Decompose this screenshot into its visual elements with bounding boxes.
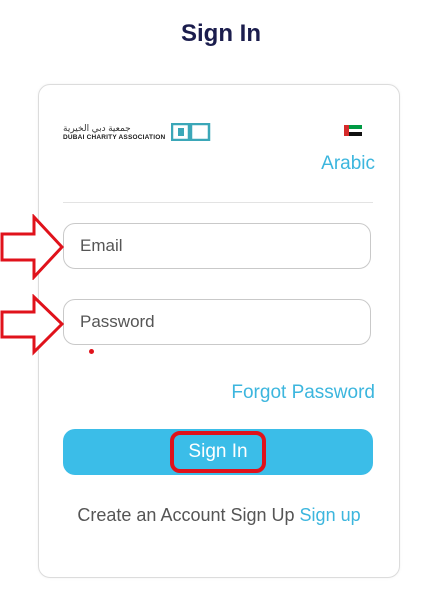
page-title: Sign In (181, 20, 261, 47)
email-arrow-icon (0, 214, 64, 280)
language-arabic-link[interactable]: Arabic (321, 153, 375, 175)
create-account-row: Create an Account Sign Up Sign up (39, 505, 399, 526)
create-account-text: Create an Account Sign Up (77, 505, 295, 525)
annotation-dot (89, 349, 94, 354)
sign-up-link[interactable]: Sign up (300, 505, 361, 525)
dubai-charity-logo: جمعية دبي الخيرية DUBAI CHARITY ASSOCIAT… (63, 123, 213, 143)
forgot-password-link[interactable]: Forgot Password (231, 382, 375, 404)
logo-mark-icon (171, 123, 211, 141)
divider (63, 202, 373, 203)
sign-in-card: جمعية دبي الخيرية DUBAI CHARITY ASSOCIAT… (38, 84, 400, 578)
logo-english-text: DUBAI CHARITY ASSOCIATION (63, 134, 166, 141)
password-arrow-icon (0, 294, 64, 356)
password-field[interactable] (63, 299, 371, 345)
email-field[interactable] (63, 223, 371, 269)
sign-in-button-label: Sign In (170, 431, 266, 473)
logo-arabic-text: جمعية دبي الخيرية (63, 123, 131, 133)
uae-flag-icon[interactable] (344, 125, 362, 137)
sign-in-button[interactable]: Sign In (63, 429, 373, 475)
